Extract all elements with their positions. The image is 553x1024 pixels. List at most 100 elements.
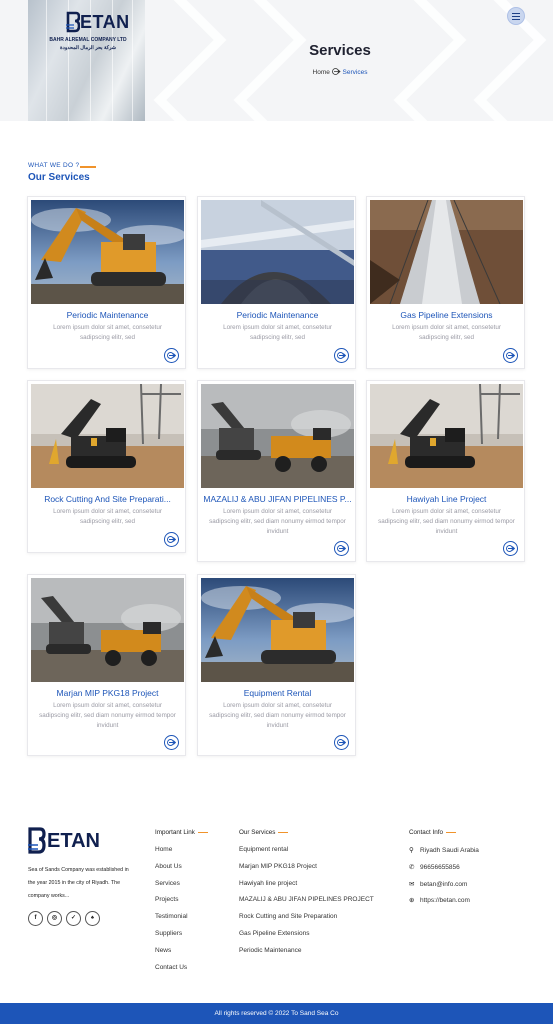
location-icon: ⚲ [409,847,414,854]
service-card[interactable]: Hawiyah Line Project Lorem ipsum dolor si… [366,380,525,562]
service-description: Lorem ipsum dolor sit amet, consetetur s… [223,324,332,341]
hamburger-icon[interactable] [507,7,525,25]
logo-mark-icon [66,11,80,33]
arrow-button[interactable] [164,735,179,750]
service-card[interactable]: Rock Cutting And Site Preparati... Lorem … [27,380,186,553]
arrow-right-icon [331,68,341,75]
section-kicker: WHAT WE DO ? [28,162,80,169]
arrow-right-icon [167,739,176,746]
contact-info-heading: Contact Info [409,829,456,836]
instagram-icon[interactable]: ◎ [47,911,62,926]
footer-logo[interactable]: ETAN [28,827,100,857]
service-card[interactable]: MAZALIJ & ABU JIFAN PIPELINES P... Lorem … [197,380,356,562]
footer-service-link[interactable]: Marjan MIP PKG18 Project [239,863,317,870]
service-photo [201,200,354,304]
footer-service-link[interactable]: Periodic Maintenance [239,947,302,954]
footer-about: Sea of Sands Company was established in … [28,867,129,899]
page-header-banner: ETAN BAHR ALREMAL COMPANY LTD شركة بحر ا… [0,0,553,121]
contact-text: 96656655856 [420,863,460,871]
company-logo[interactable]: ETAN BAHR ALREMAL COMPANY LTD شركة بحر ا… [36,7,136,57]
service-title[interactable]: MAZALIJ & ABU JIFAN PIPELINES P... [200,494,355,504]
footer-logo-text: ETAN [47,830,100,852]
breadcrumb-home[interactable]: Home [313,69,330,76]
breadcrumb-current: Services [342,69,368,76]
breadcrumb: Home Services [295,68,385,76]
section-title: Our Services [28,172,90,183]
page-title: Services [309,42,371,59]
footer-link[interactable]: Suppliers [155,930,182,937]
footer-link[interactable]: Testimonial [155,913,188,920]
service-description: Lorem ipsum dolor sit amet, consetetur s… [209,702,346,729]
arrow-button[interactable] [334,541,349,556]
service-description: Lorem ipsum dolor sit amet, consetetur s… [39,702,176,729]
contact-item[interactable]: ⚲ Riyadh Saudi Arabia [409,846,479,854]
service-photo [370,384,523,488]
service-title[interactable]: Hawiyah Line Project [369,494,524,504]
footer-service-link[interactable]: MAZALIJ & ABU JIFAN PIPELINES PROJECT [239,896,374,903]
arrow-button[interactable] [503,348,518,363]
service-card[interactable]: Marjan MIP PKG18 Project Lorem ipsum dolo… [27,574,186,756]
service-description: Lorem ipsum dolor sit amet, consetetur s… [209,508,346,535]
service-card[interactable]: Periodic Maintenance Lorem ipsum dolor si… [197,196,356,369]
arrow-button[interactable] [164,348,179,363]
footer-service-link[interactable]: Hawiyah line project [239,880,297,887]
arrow-button[interactable] [334,348,349,363]
service-photo [201,578,354,682]
service-title[interactable]: Periodic Maintenance [200,310,355,320]
arrow-right-icon [337,352,346,359]
company-name-en: BAHR ALREMAL COMPANY LTD [49,37,127,43]
service-title[interactable]: Rock Cutting And Site Preparati... [30,494,185,504]
footer-service-link[interactable]: Rock Cutting and Site Preparation [239,913,337,920]
twitter-icon[interactable]: ✓ [66,911,81,926]
arrow-button[interactable] [334,735,349,750]
service-title[interactable]: Equipment Rental [200,688,355,698]
footer-link[interactable]: Services [155,880,180,887]
contact-item[interactable]: ⊕ https://betan.com [409,896,470,904]
arrow-right-icon [167,536,176,543]
service-description: Lorem ipsum dolor sit amet, consetetur s… [53,324,162,341]
contact-item[interactable]: ✆ 96656655856 [409,863,460,871]
footer-service-link[interactable]: Equipment rental [239,846,288,853]
copyright-bar: All rights reserved © 2022 To Sand Sea C… [0,1003,553,1024]
service-card[interactable]: Periodic Maintenance Lorem ipsum dolor si… [27,196,186,369]
service-title[interactable]: Gas Pipeline Extensions [369,310,524,320]
service-description: Lorem ipsum dolor sit amet, consetetur s… [53,508,162,525]
arrow-button[interactable] [503,541,518,556]
service-photo [31,578,184,682]
snapchat-icon[interactable]: ♠ [85,911,100,926]
arrow-right-icon [506,352,515,359]
service-card[interactable]: Gas Pipeline Extensions Lorem ipsum dolor… [366,196,525,369]
contact-text: https://betan.com [420,897,470,905]
footer-link[interactable]: About Us [155,863,182,870]
arrow-right-icon [337,545,346,552]
footer-link[interactable]: Projects [155,896,178,903]
service-photo [31,200,184,304]
service-photo [201,384,354,488]
service-photo [370,200,523,304]
globe-icon: ⊕ [409,897,415,905]
contact-text: betan@info.com [420,880,468,888]
arrow-right-icon [337,739,346,746]
service-card[interactable]: Equipment Rental Lorem ipsum dolor sit am… [197,574,356,756]
arrow-right-icon [506,545,515,552]
service-description: Lorem ipsum dolor sit amet, consetetur s… [392,324,501,341]
service-description: Lorem ipsum dolor sit amet, consetetur s… [378,508,515,535]
services-links-heading: Our Services [239,829,289,836]
footer-link[interactable]: Home [155,846,172,853]
footer-link[interactable]: Contact Us [155,964,187,971]
contact-text: Riyadh Saudi Arabia [420,847,479,854]
mail-icon: ✉ [409,880,415,888]
company-name-ar: شركة بحر الرمال المحدودة [60,45,116,51]
facebook-icon[interactable]: f [28,911,43,926]
service-title[interactable]: Marjan MIP PKG18 Project [30,688,185,698]
footer-service-link[interactable]: Gas Pipeline Extensions [239,930,309,937]
arrow-button[interactable] [164,532,179,547]
important-links-heading: Important Link [155,829,208,836]
kicker-divider [80,166,96,168]
logo-text: ETAN [80,12,130,32]
service-title[interactable]: Periodic Maintenance [30,310,185,320]
arrow-right-icon [167,352,176,359]
copyright-text: All rights reserved © 2022 To Sand Sea C… [214,1010,339,1017]
contact-item[interactable]: ✉ betan@info.com [409,880,467,888]
footer-link[interactable]: News [155,947,171,954]
